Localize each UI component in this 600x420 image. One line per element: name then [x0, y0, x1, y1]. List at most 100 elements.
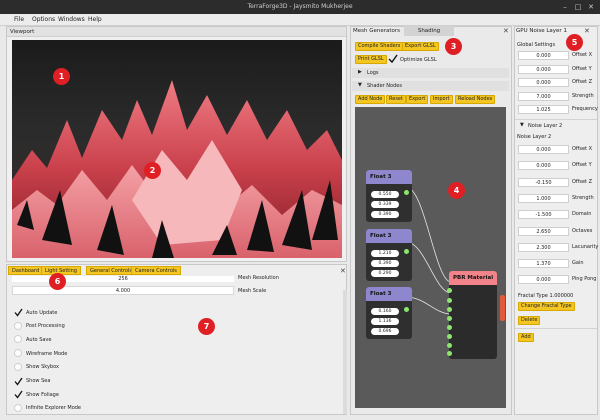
option-label: Show Foliage: [26, 391, 59, 398]
float3-node-2[interactable]: Float 3 1.210 0.390 0.290: [366, 229, 412, 281]
option-checkbox[interactable]: [14, 390, 23, 399]
float3-node-3[interactable]: Float 3 0.160 1.136 0.696: [366, 287, 412, 339]
noise-param-value[interactable]: 0.000: [518, 275, 569, 285]
input-pin-icon[interactable]: [447, 351, 452, 356]
close-window-icon[interactable]: ✕: [586, 2, 596, 12]
noise-layer-2-header[interactable]: ▼ Noise Layer 2: [516, 121, 596, 131]
noise-param-value[interactable]: 2.300: [518, 242, 569, 252]
node-value[interactable]: 0.339: [371, 201, 399, 208]
viewport-title: Viewport: [7, 27, 346, 37]
print-glsl-button[interactable]: Print GLSL: [355, 55, 387, 64]
option-label: Wireframe Mode: [26, 350, 68, 357]
option-checkbox[interactable]: [14, 362, 22, 371]
output-pin-icon[interactable]: [404, 249, 409, 254]
option-checkbox[interactable]: [14, 308, 23, 317]
menu-file[interactable]: File: [14, 16, 24, 23]
compile-shaders-button[interactable]: Compile Shaders: [355, 42, 404, 51]
noise-param-label: Offset Z: [572, 79, 593, 85]
noise-param-value[interactable]: -0.150: [518, 177, 569, 187]
reload-nodes-button[interactable]: Reload Nodes: [455, 95, 496, 104]
noise-param-value[interactable]: 1.370: [518, 259, 569, 269]
tab-mesh-generators[interactable]: Mesh Generators: [353, 28, 400, 34]
logs-header[interactable]: ▶ Logs: [352, 68, 509, 78]
menu-help[interactable]: Help: [88, 16, 102, 23]
noise-param-row: 0.000 Offset X: [514, 50, 598, 61]
node-value[interactable]: 0.160: [371, 308, 399, 315]
close-noise-panel-icon[interactable]: ✕: [584, 27, 590, 35]
noise-param-value[interactable]: 0.000: [518, 145, 569, 154]
noise-param-value[interactable]: 0.000: [518, 64, 569, 74]
noise-param-label: Gain: [572, 260, 584, 267]
viewport-panel: Viewport 1 2: [6, 26, 347, 262]
close-mesh-panel-icon[interactable]: ✕: [503, 27, 509, 35]
logs-label: Logs: [367, 70, 379, 76]
input-pin-icon[interactable]: [447, 307, 452, 312]
option-checkbox[interactable]: [14, 377, 23, 386]
bottom-scrollbar[interactable]: [343, 290, 347, 414]
change-fractal-type-button[interactable]: Change Fractal Type: [518, 302, 575, 311]
close-bottom-panel-icon[interactable]: ✕: [340, 267, 346, 275]
maximize-icon[interactable]: □: [573, 2, 583, 12]
noise-param-row: 0.000 Offset Y: [514, 160, 598, 171]
pbr-material-node[interactable]: PBR Material: [447, 271, 505, 359]
node-value[interactable]: 0.390: [371, 211, 399, 218]
noise-param-value[interactable]: 7.000: [518, 91, 569, 101]
input-pin-icon[interactable]: [447, 343, 452, 348]
noise-param-label: Offset X: [572, 146, 593, 152]
noise-param-value[interactable]: 1.000: [518, 193, 569, 203]
delete-button[interactable]: Delete: [518, 316, 541, 325]
input-pin-icon[interactable]: [447, 325, 452, 330]
tab-general-controls[interactable]: General Controls: [86, 266, 136, 275]
node-value[interactable]: 0.696: [371, 328, 399, 335]
export-button[interactable]: Export: [406, 95, 429, 104]
mesh-scale-slider[interactable]: 4.000: [12, 286, 234, 295]
noise-param-value[interactable]: 0.000: [518, 161, 569, 171]
export-glsl-button[interactable]: Export GLSL: [402, 42, 439, 51]
shader-nodes-label: Shader Nodes: [367, 83, 402, 89]
tab-dashboard[interactable]: Dashboard: [8, 266, 44, 275]
noise-param-value[interactable]: -1.500: [518, 210, 569, 220]
node-value[interactable]: 0.390: [371, 260, 399, 267]
output-pin-icon[interactable]: [404, 307, 409, 312]
noise-param-value[interactable]: 1.025: [518, 105, 569, 114]
global-settings-label: Global Settings: [517, 42, 556, 48]
add-node-button[interactable]: Add Node: [355, 95, 386, 104]
noise-param-label: Octaves: [572, 227, 593, 234]
minimize-icon[interactable]: –: [560, 2, 570, 12]
option-checkbox[interactable]: [14, 403, 22, 412]
noise-param-value[interactable]: 0.000: [518, 78, 569, 87]
node-value[interactable]: 1.136: [371, 318, 399, 325]
mesh-resolution-slider[interactable]: 256: [12, 276, 234, 282]
node-value[interactable]: 0.290: [371, 270, 399, 277]
title-bar: TerraForge3D - Jaysmito Mukherjee – □ ✕: [0, 0, 600, 14]
input-pin-icon[interactable]: [447, 334, 452, 339]
node-value[interactable]: 1.210: [371, 250, 399, 257]
output-node-stub: [500, 295, 505, 321]
noise-param-value[interactable]: 2.650: [518, 226, 569, 236]
badge-5: 5: [566, 34, 583, 51]
checkmark-icon: [14, 377, 23, 386]
optimize-glsl-check-icon[interactable]: [388, 54, 398, 64]
input-pin-icon[interactable]: [447, 316, 452, 321]
menu-options[interactable]: Options: [32, 16, 55, 23]
noise-param-value[interactable]: 0.000: [518, 51, 569, 60]
tab-shading[interactable]: Shading: [404, 26, 454, 36]
output-pin-icon[interactable]: [404, 190, 409, 195]
add-button[interactable]: Add: [518, 333, 534, 342]
reset-button[interactable]: Reset: [386, 95, 406, 104]
menu-windows[interactable]: Windows: [58, 16, 85, 23]
input-pin-icon[interactable]: [447, 298, 452, 303]
shader-nodes-arrow-icon: ▼: [358, 82, 362, 88]
noise-param-label: Strength: [572, 194, 594, 201]
tab-camera-controls[interactable]: Camera Controls: [131, 266, 181, 275]
noise-layer-2-title: Noise Layer 2: [517, 134, 552, 140]
noise-param-label: Domain: [572, 211, 592, 218]
noise-param-row: 1.000 Strength: [514, 193, 598, 204]
option-checkbox[interactable]: [14, 321, 22, 330]
shader-nodes-header[interactable]: ▼ Shader Nodes: [352, 81, 509, 91]
float3-node-1[interactable]: Float 3 0.550 0.339 0.390: [366, 170, 412, 222]
input-pin-icon[interactable]: [447, 288, 452, 293]
node-value[interactable]: 0.550: [371, 191, 399, 198]
noise-param-row: 2.300 Lacunarity: [514, 242, 598, 253]
import-button[interactable]: Import: [430, 95, 453, 104]
